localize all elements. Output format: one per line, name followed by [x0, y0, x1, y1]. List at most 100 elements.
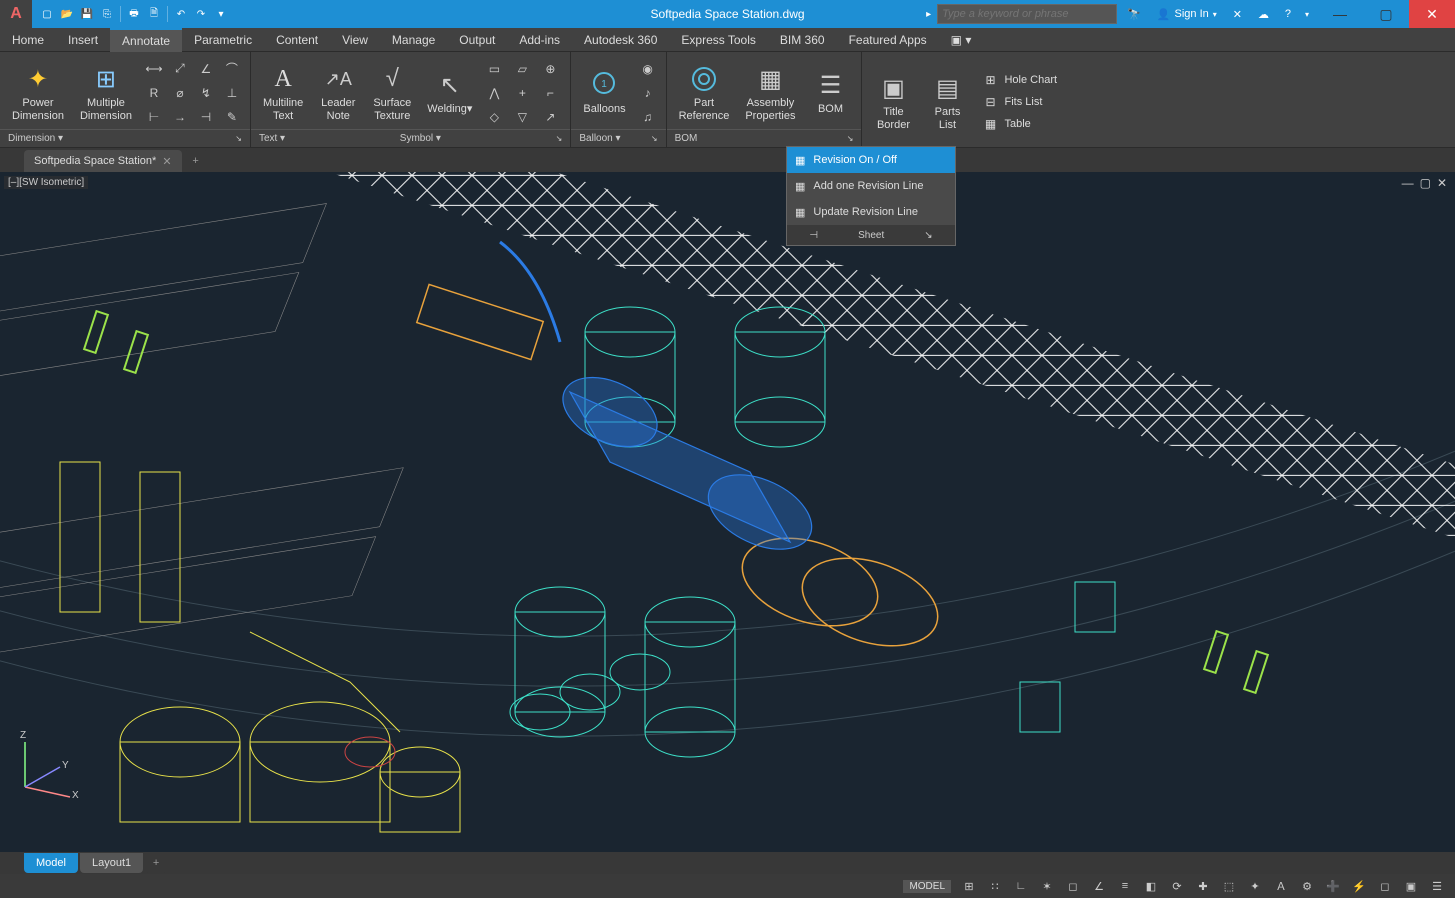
tab-home[interactable]: Home — [0, 28, 56, 52]
tab-annotate[interactable]: Annotate — [110, 28, 182, 52]
qat-customize-icon[interactable]: ▾ — [212, 5, 230, 23]
balloon-tool3-icon[interactable]: ♫ — [636, 106, 660, 128]
aligned-dim-icon[interactable]: ⤢ — [168, 58, 192, 80]
add-layout-button[interactable]: + — [145, 853, 167, 873]
edit-dim-icon[interactable]: ✎ — [220, 106, 244, 128]
title-border-button[interactable]: ▣ Title Border — [868, 70, 918, 132]
model-tab[interactable]: Model — [24, 853, 78, 873]
symbol2-icon[interactable]: ▽ — [510, 106, 534, 128]
parts-list-button[interactable]: ▤ Parts List — [922, 70, 972, 132]
vp-restore-icon[interactable]: ▢ — [1420, 176, 1431, 190]
tab-autodesk360[interactable]: Autodesk 360 — [572, 28, 669, 52]
datum-icon[interactable]: ▱ — [510, 58, 534, 80]
plot-preview-icon[interactable]: 🗎 — [145, 5, 163, 23]
multiline-text-button[interactable]: A Multiline Text — [257, 61, 309, 123]
break-dim-icon[interactable]: ⊣ — [194, 106, 218, 128]
cleanscreen-icon[interactable]: ▣ — [1399, 876, 1423, 896]
tab-close-icon[interactable]: ✕ — [162, 155, 171, 168]
search-button[interactable]: 🔭 — [1121, 3, 1147, 25]
tab-content[interactable]: Content — [264, 28, 330, 52]
ordinate-dim-icon[interactable]: ⊥ — [220, 82, 244, 104]
diameter-dim-icon[interactable]: ⌀ — [168, 82, 192, 104]
signin-button[interactable]: 👤Sign In▾ — [1151, 3, 1223, 25]
vp-close-icon[interactable]: ✕ — [1437, 176, 1447, 190]
tab-view[interactable]: View — [330, 28, 380, 52]
file-tab[interactable]: Softpedia Space Station*✕ — [24, 150, 182, 172]
pin-icon[interactable]: ⊣ — [809, 230, 818, 241]
symbol3-icon[interactable]: ↗ — [538, 106, 562, 128]
drawing-viewport[interactable]: [–][SW Isometric] — ▢ ✕ — [0, 172, 1455, 852]
revision-toggle-item[interactable]: ▦Revision On / Off — [787, 147, 955, 173]
maximize-button[interactable]: ▢ — [1363, 0, 1409, 28]
saveas-icon[interactable]: ⎘ — [98, 5, 116, 23]
close-button[interactable]: ✕ — [1409, 0, 1455, 28]
balloon-tool2-icon[interactable]: ♪ — [636, 82, 660, 104]
table-button[interactable]: ▦Table — [976, 113, 1063, 135]
new-icon[interactable]: ▢ — [38, 5, 56, 23]
taper-icon[interactable]: ⋀ — [482, 82, 506, 104]
annomonitor-icon[interactable]: ➕ — [1321, 876, 1345, 896]
app-menu-button[interactable]: A — [0, 0, 32, 28]
baseline-dim-icon[interactable]: ⊢ — [142, 106, 166, 128]
feature-frame-icon[interactable]: ▭ — [482, 58, 506, 80]
linear-dim-icon[interactable]: ⟷ — [142, 58, 166, 80]
panel-label-balloon[interactable]: Balloon ▾↘ — [571, 129, 665, 147]
snap-icon[interactable]: ∷ — [983, 876, 1007, 896]
fits-list-button[interactable]: ⊟Fits List — [976, 91, 1063, 113]
save-icon[interactable]: 💾 — [78, 5, 96, 23]
power-dimension-button[interactable]: ✦ Power Dimension — [6, 61, 70, 123]
symbol1-icon[interactable]: ◇ — [482, 106, 506, 128]
cycling-icon[interactable]: ⟳ — [1165, 876, 1189, 896]
center-mark-icon[interactable]: + — [510, 82, 534, 104]
minimize-button[interactable]: — — [1317, 0, 1363, 28]
viewport-controls-label[interactable]: [–][SW Isometric] — [4, 176, 88, 189]
grid-icon[interactable]: ⊞ — [957, 876, 981, 896]
angular-dim-icon[interactable]: ∠ — [194, 58, 218, 80]
workspace-icon[interactable]: ⚙ — [1295, 876, 1319, 896]
plot-icon[interactable]: 🖶 — [125, 5, 143, 23]
leader-note-button[interactable]: ↗A Leader Note — [313, 61, 363, 123]
panel-expand-icon[interactable]: ↘ — [651, 134, 658, 143]
tab-output[interactable]: Output — [447, 28, 507, 52]
tab-plugin-icon[interactable]: ▣ ▾ — [939, 28, 984, 52]
jogged-dim-icon[interactable]: ↯ — [194, 82, 218, 104]
dropdown-footer[interactable]: ⊣Sheet↘ — [787, 225, 955, 245]
panel-expand-icon[interactable]: ↘ — [556, 134, 563, 143]
radius-dim-icon[interactable]: R — [142, 82, 166, 104]
bom-button[interactable]: ☰ BOM — [805, 67, 855, 117]
datum-target-icon[interactable]: ⊕ — [538, 58, 562, 80]
infocenter-search-input[interactable] — [937, 4, 1117, 24]
lineweight-icon[interactable]: ≡ — [1113, 876, 1137, 896]
new-tab-button[interactable]: + — [184, 150, 208, 172]
panel-expand-icon[interactable]: ↘ — [235, 134, 242, 143]
3dosnap-icon[interactable]: ✚ — [1191, 876, 1215, 896]
isolate-icon[interactable]: ◻ — [1373, 876, 1397, 896]
ortho-icon[interactable]: ∟ — [1009, 876, 1033, 896]
customize-status-icon[interactable]: ☰ — [1425, 876, 1449, 896]
transparency-icon[interactable]: ◧ — [1139, 876, 1163, 896]
osnap-icon[interactable]: ◻ — [1061, 876, 1085, 896]
tab-parametric[interactable]: Parametric — [182, 28, 264, 52]
tab-featuredapps[interactable]: Featured Apps — [837, 28, 939, 52]
open-icon[interactable]: 📂 — [58, 5, 76, 23]
panel-label-dimension[interactable]: Dimension ▾↘ — [0, 129, 250, 147]
tab-addins[interactable]: Add-ins — [507, 28, 572, 52]
modelspace-indicator[interactable]: MODEL — [903, 880, 951, 893]
annotation-icon[interactable]: Ａ — [1269, 876, 1293, 896]
balloon-tool1-icon[interactable]: ◉ — [636, 58, 660, 80]
ucs-gizmo[interactable]: Z Y X — [10, 722, 90, 802]
part-reference-button[interactable]: Part Reference — [673, 61, 736, 123]
otrack-icon[interactable]: ∠ — [1087, 876, 1111, 896]
welding-button[interactable]: ↖ Welding▾ — [421, 67, 478, 117]
undo-icon[interactable]: ↶ — [172, 5, 190, 23]
tab-bim360[interactable]: BIM 360 — [768, 28, 837, 52]
tab-manage[interactable]: Manage — [380, 28, 447, 52]
vp-minimize-icon[interactable]: — — [1402, 176, 1414, 190]
arc-dim-icon[interactable]: ⌒ — [220, 58, 244, 80]
gizmo-icon[interactable]: ✦ — [1243, 876, 1267, 896]
assembly-properties-button[interactable]: ▦ Assembly Properties — [739, 61, 801, 123]
panel-label-bom[interactable]: BOM↘ — [667, 129, 862, 147]
dynucs-icon[interactable]: ⬚ — [1217, 876, 1241, 896]
tab-insert[interactable]: Insert — [56, 28, 110, 52]
expand-icon[interactable]: ↘ — [924, 230, 932, 241]
